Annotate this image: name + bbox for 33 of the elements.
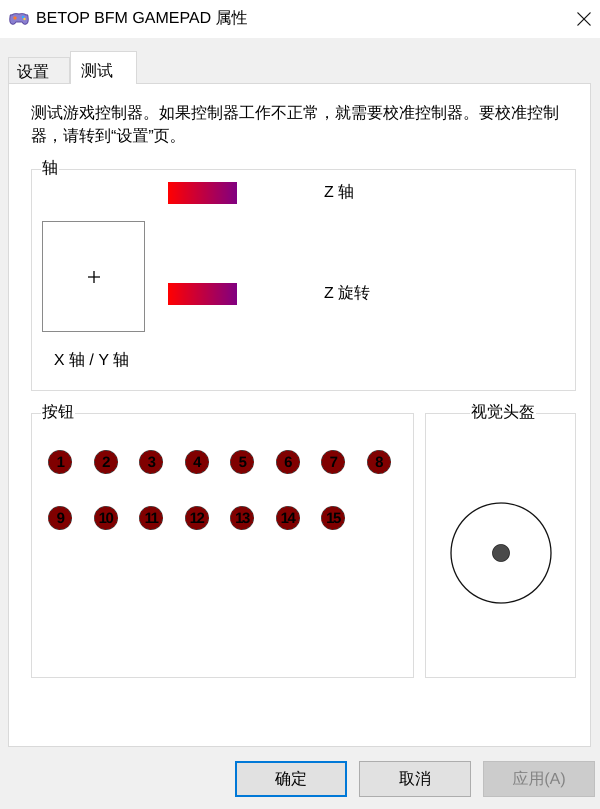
window-title: BETOP BFM GAMEPAD 属性 xyxy=(36,9,248,29)
tab[interactable]: 设置 xyxy=(8,57,70,83)
button-indicator: 13 xyxy=(230,506,254,530)
button-indicator: 6 xyxy=(276,450,300,474)
gamepad-icon xyxy=(9,12,29,26)
tab[interactable]: 测试 xyxy=(70,51,137,84)
button-indicator: 8 xyxy=(366,450,390,474)
axis-label: Z 旋转 xyxy=(324,285,370,303)
button-indicator: 2 xyxy=(94,450,118,474)
button-indicator: 9 xyxy=(48,506,72,530)
dialog-button[interactable]: 取消 xyxy=(359,761,471,797)
button-indicator: 4 xyxy=(184,450,208,474)
button-indicator: 11 xyxy=(139,506,163,530)
close-icon[interactable] xyxy=(577,12,591,26)
button-indicator: 7 xyxy=(321,450,345,474)
button-indicator: 12 xyxy=(184,506,208,530)
axis-gradient-bar xyxy=(168,182,237,204)
dialog-button[interactable]: 确定 xyxy=(235,761,347,797)
group-title: 视觉头盔 xyxy=(470,404,536,422)
axis-gradient-bar xyxy=(168,283,237,305)
group-title: 按钮 xyxy=(41,404,75,422)
crosshair-icon xyxy=(88,270,100,282)
description-text: 测试游戏控制器。如果控制器工作不正常，就需要校准控制器。要校准控制器，请转到“设置”页。 xyxy=(31,104,560,147)
axis-label: X 轴 / Y 轴 xyxy=(54,352,130,370)
button-indicator: 3 xyxy=(139,450,163,474)
button-indicator: 15 xyxy=(321,506,345,530)
button-indicator: 1 xyxy=(48,450,72,474)
pov-dot-icon xyxy=(492,544,510,562)
button-indicator: 5 xyxy=(230,450,254,474)
group-title: 轴 xyxy=(41,160,59,178)
button-indicator: 14 xyxy=(276,506,300,530)
axis-label: Z 轴 xyxy=(324,184,354,202)
button-indicator: 10 xyxy=(94,506,118,530)
